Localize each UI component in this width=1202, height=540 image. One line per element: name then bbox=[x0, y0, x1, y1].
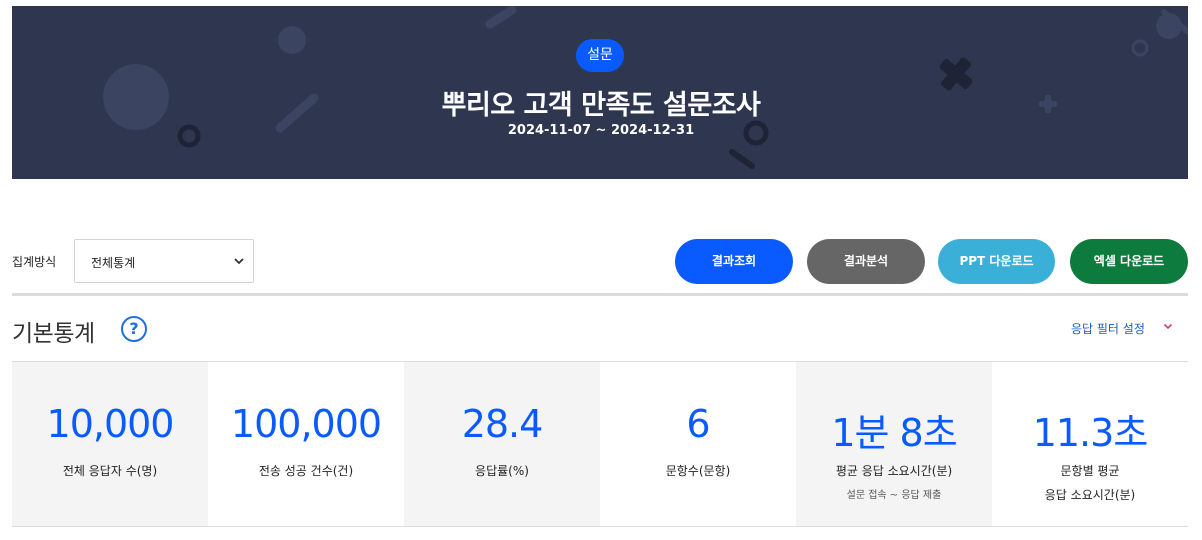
aggregation-selected-value: 전체통계 bbox=[91, 256, 136, 270]
survey-type-badge: 설문 bbox=[576, 39, 624, 72]
stat-value: 11.3초 bbox=[1032, 411, 1149, 455]
stat-avg-response-time: 1분 8초 평균 응답 소요시간(분) 설문 접속 ~ 응답 제출 bbox=[796, 362, 992, 526]
stat-value: 28.4 bbox=[461, 402, 544, 446]
divider bbox=[12, 293, 1188, 296]
stat-sublabel: 설문 접속 ~ 응답 제출 bbox=[846, 490, 942, 501]
stat-value: 100,000 bbox=[230, 402, 382, 446]
divider bbox=[12, 526, 1188, 527]
stat-question-count: 6 문항수(문항) bbox=[600, 362, 796, 526]
aggregation-select[interactable]: 전체통계 bbox=[74, 239, 254, 283]
survey-period: 2024-11-07 ~ 2024-12-31 bbox=[507, 123, 695, 138]
view-results-button[interactable]: 결과조회 bbox=[675, 239, 793, 284]
stat-avg-time-per-question: 11.3초 문항별 평균 응답 소요시간(분) bbox=[992, 362, 1188, 526]
stat-label: 문항별 평균 응답 소요시간(분) bbox=[992, 459, 1188, 507]
aggregation-label: 집계방식 bbox=[12, 255, 57, 269]
basic-stats-grid: 10,000 전체 응답자 수(명) 100,000 전송 성공 건수(건) 2… bbox=[12, 362, 1188, 526]
stat-value: 1분 8초 bbox=[831, 411, 957, 455]
stat-sent-success: 100,000 전송 성공 건수(건) bbox=[208, 362, 404, 526]
stat-label: 전송 성공 건수(건) bbox=[258, 464, 354, 478]
ppt-download-button[interactable]: PPT 다운로드 bbox=[938, 239, 1055, 284]
stat-label: 평균 응답 소요시간(분) bbox=[835, 464, 953, 478]
stat-label-line: 응답 소요시간(분) bbox=[1044, 488, 1136, 502]
response-filter-toggle[interactable]: 응답 필터 설정 bbox=[1071, 320, 1145, 337]
chevron-down-icon[interactable] bbox=[1163, 323, 1173, 330]
stat-label: 문항수(문항) bbox=[665, 464, 731, 478]
section-title: 기본통계 bbox=[12, 321, 95, 347]
excel-download-button[interactable]: 엑셀 다운로드 bbox=[1070, 239, 1188, 284]
chevron-down-icon bbox=[234, 258, 244, 265]
stat-total-respondents: 10,000 전체 응답자 수(명) bbox=[12, 362, 208, 526]
survey-title: 뿌리오 고객 만족도 설문조사 bbox=[441, 90, 761, 121]
stat-value: 10,000 bbox=[46, 402, 175, 446]
stat-label: 응답률(%) bbox=[475, 464, 529, 478]
analyze-results-button[interactable]: 결과분석 bbox=[807, 239, 925, 284]
stat-label: 전체 응답자 수(명) bbox=[62, 464, 158, 478]
help-icon[interactable]: ? bbox=[121, 316, 147, 342]
stat-response-rate: 28.4 응답률(%) bbox=[404, 362, 600, 526]
stat-value: 6 bbox=[686, 402, 710, 446]
stat-label-line: 문항별 평균 bbox=[1060, 464, 1120, 478]
